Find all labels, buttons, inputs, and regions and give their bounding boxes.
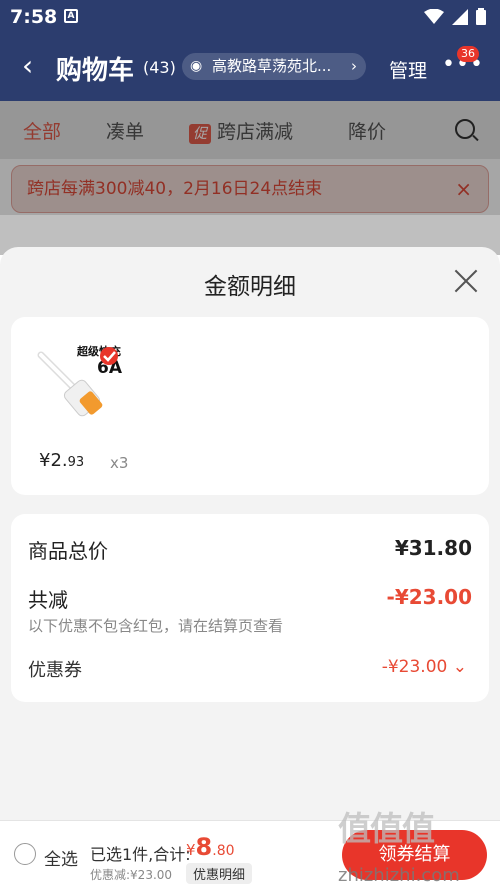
location-selector[interactable]: ◉ 高教路草荡苑北... › xyxy=(182,53,366,80)
total-amount: ¥8.80 xyxy=(186,833,235,861)
price-decimal: 93 xyxy=(67,455,85,470)
eye-icon: ◉ xyxy=(190,58,203,74)
reduce-hint: 以下优惠不包含红包，请在结算页查看 xyxy=(28,617,284,635)
top-nav: ‹ 购物车 (43) ◉ 高教路草荡苑北... › 管理 ••• 36 xyxy=(0,34,500,101)
price-main: ¥2. xyxy=(39,450,68,471)
watermark-site: zhizhizhi.com xyxy=(338,865,460,886)
amount-int: 8 xyxy=(195,833,213,861)
currency: ¥ xyxy=(186,841,196,859)
location-text: 高教路草荡苑北... xyxy=(212,57,332,75)
coupon-label: 优惠券 xyxy=(28,660,82,681)
price-summary-card: 商品总价 ¥31.80 共减 -¥23.00 以下优惠不包含红包，请在结算页查看… xyxy=(11,514,489,702)
signal-icon xyxy=(452,8,468,25)
reduce-value: -¥23.00 xyxy=(386,585,472,609)
select-all-checkbox[interactable] xyxy=(14,843,36,865)
manage-button[interactable]: 管理 xyxy=(389,56,427,83)
product-quantity: x3 xyxy=(110,454,129,472)
total-label: 商品总价 xyxy=(28,539,108,563)
chevron-down-icon: ⌄ xyxy=(452,657,467,677)
status-time: 7:58 xyxy=(10,6,58,28)
coupon-value[interactable]: -¥23.00 ⌄ xyxy=(382,657,467,677)
total-value: ¥31.80 xyxy=(394,536,472,560)
wifi-icon xyxy=(424,8,444,24)
product-price: ¥2.93 xyxy=(39,450,84,471)
notification-icon: A xyxy=(64,9,78,23)
discount-text: 优惠减:¥23.00 xyxy=(90,868,173,882)
amount-detail-sheet: 金额明细 超级快充 6A ¥2.93 x3 商品总价 ¥31.80 共减 -¥2… xyxy=(0,247,500,889)
reduce-label: 共减 xyxy=(28,588,68,612)
chevron-right-icon: › xyxy=(351,57,357,75)
product-card: 超级快充 6A ¥2.93 x3 xyxy=(11,317,489,495)
page-title: 购物车 xyxy=(56,56,135,86)
select-all-label[interactable]: 全选 xyxy=(44,845,78,870)
coupon-amount: -¥23.00 xyxy=(381,657,448,677)
amount-dec: .80 xyxy=(212,843,235,859)
selected-summary: 已选1件,合计: xyxy=(90,845,191,864)
status-bar: 7:58 A xyxy=(0,0,500,34)
close-icon[interactable] xyxy=(454,269,478,293)
battery-icon xyxy=(476,8,486,25)
watermark-logo: 值值值 xyxy=(338,809,435,848)
status-icons xyxy=(424,8,486,25)
cart-count: (43) xyxy=(143,58,176,77)
discount-detail-button[interactable]: 优惠明细 xyxy=(186,863,253,884)
message-badge: 36 xyxy=(457,46,479,62)
back-button[interactable]: ‹ xyxy=(22,52,33,80)
product-image[interactable]: 超级快充 6A xyxy=(35,341,131,423)
sheet-title: 金额明细 xyxy=(204,274,296,300)
